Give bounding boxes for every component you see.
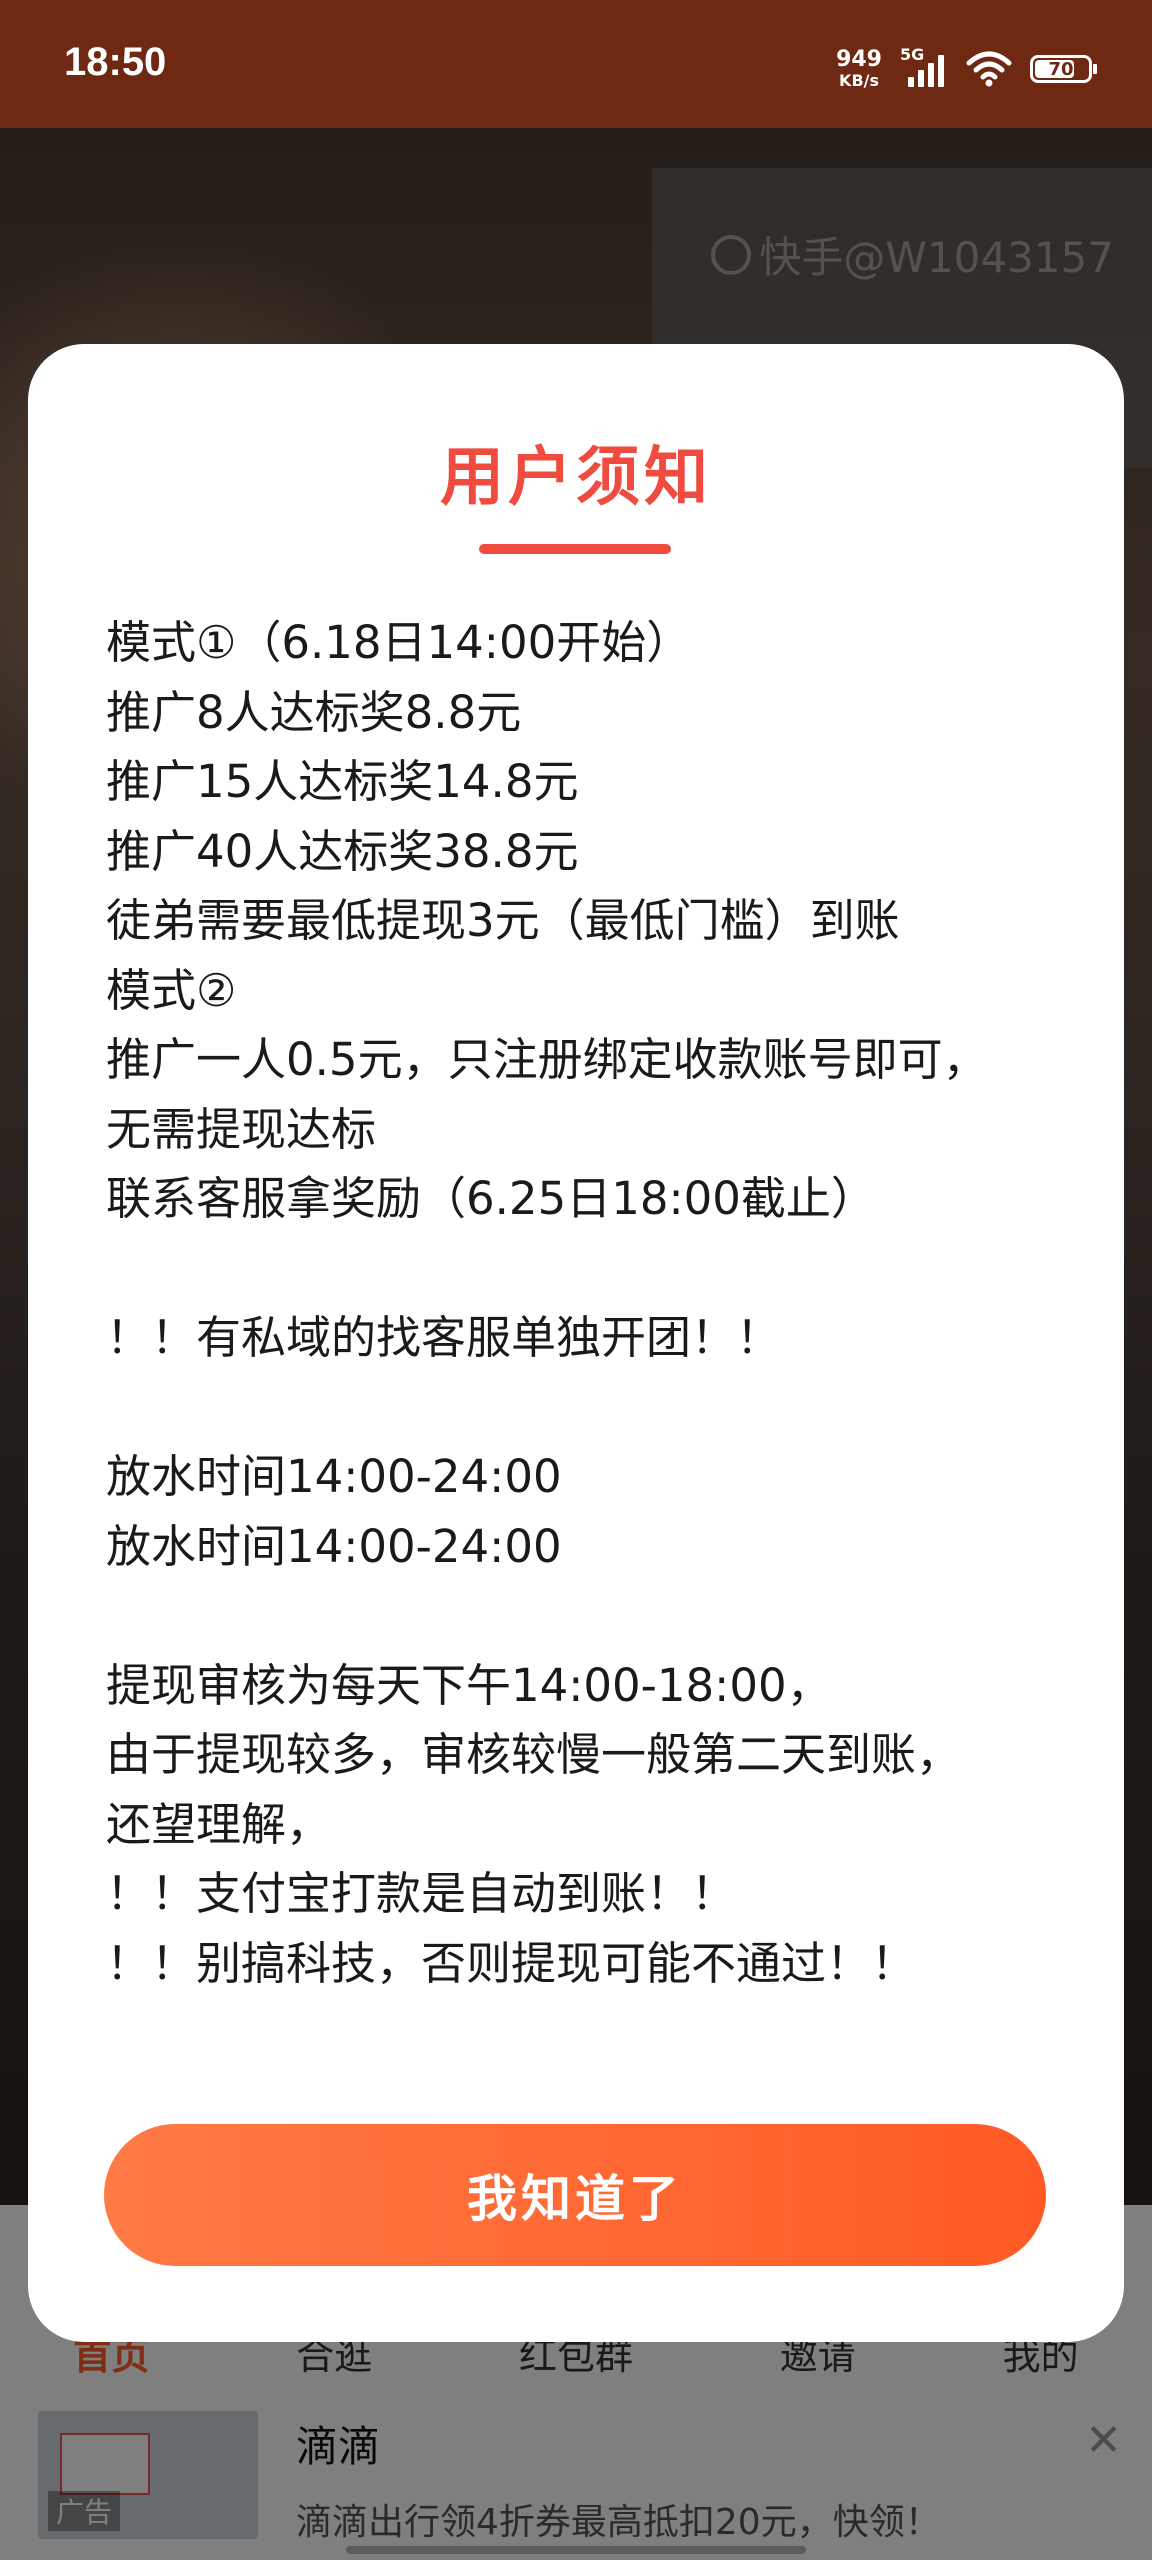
dialog-content: 模式①（6.18日14:00开始） 推广8人达标奖8.8元推广15人达标奖14.8… xyxy=(106,608,1066,1998)
wifi-icon xyxy=(966,51,1012,87)
network-speed-value: 949 xyxy=(836,47,882,72)
network-speed: 949 KB/s xyxy=(836,49,882,89)
notice-line: 无需提现达标 xyxy=(106,1102,377,1156)
notice-line: 推广40人达标奖38.8元 xyxy=(106,824,579,878)
confirm-button[interactable]: 我知道了 xyxy=(104,2124,1046,2266)
notice-line: 放水时间14:00-24:00 xyxy=(106,1450,562,1503)
notice-line: ！！支付宝打款是自动到账！！ xyxy=(106,1867,737,1920)
screen: 18:50 949 KB/s 5G 70 用户须知 模式①（6.18日14:00… xyxy=(0,0,1152,2560)
notice-line: 推广8人达标奖8.8元 xyxy=(106,685,522,739)
status-icons: 949 KB/s 5G 70 xyxy=(836,44,1097,94)
notice-line: ！！有私域的找客服单独开团！！ xyxy=(106,1311,782,1364)
notice-line: 联系客服拿奖励（6.25日18:00截止） xyxy=(106,1172,876,1225)
notice-line xyxy=(106,1373,1066,1443)
status-time: 18:50 xyxy=(64,40,167,84)
notice-line: 由于提现较多，审核较慢一般第二天到账， xyxy=(106,1728,962,1781)
notice-line xyxy=(106,1234,1066,1304)
notice-line: 推广15人达标奖14.8元 xyxy=(106,755,579,808)
user-notice-dialog: 用户须知 模式①（6.18日14:00开始） 推广8人达标奖8.8元推广15人达标… xyxy=(28,344,1124,2342)
battery-level: 70 xyxy=(1048,58,1074,80)
title-underline xyxy=(479,544,671,554)
network-type-label: 5G xyxy=(900,45,925,64)
notice-line xyxy=(106,1581,1066,1651)
notice-line: 徒弟需要最低提现3元（最低门槛）到账 xyxy=(106,894,900,947)
cellular-signal-icon: 5G xyxy=(900,45,948,87)
notice-line: 模式② xyxy=(106,963,237,1017)
notice-line: 提现审核为每天下午14:00-18:00， xyxy=(106,1658,832,1712)
notice-line: 还望理解， xyxy=(106,1797,332,1851)
notice-line: 推广一人0.5元，只注册绑定收款账号即可， xyxy=(106,1033,988,1086)
notice-line: 放水时间14:00-24:00 xyxy=(106,1519,562,1573)
network-speed-unit: KB/s xyxy=(839,71,880,90)
notice-line: ！！别搞科技，否则提现可能不通过！！ xyxy=(106,1936,917,1990)
status-bar: 18:50 949 KB/s 5G 70 xyxy=(0,0,1152,128)
battery-icon: 70 xyxy=(1030,55,1097,83)
dialog-title: 用户须知 xyxy=(440,441,712,515)
notice-line: 模式①（6.18日14:00开始） xyxy=(106,616,692,669)
